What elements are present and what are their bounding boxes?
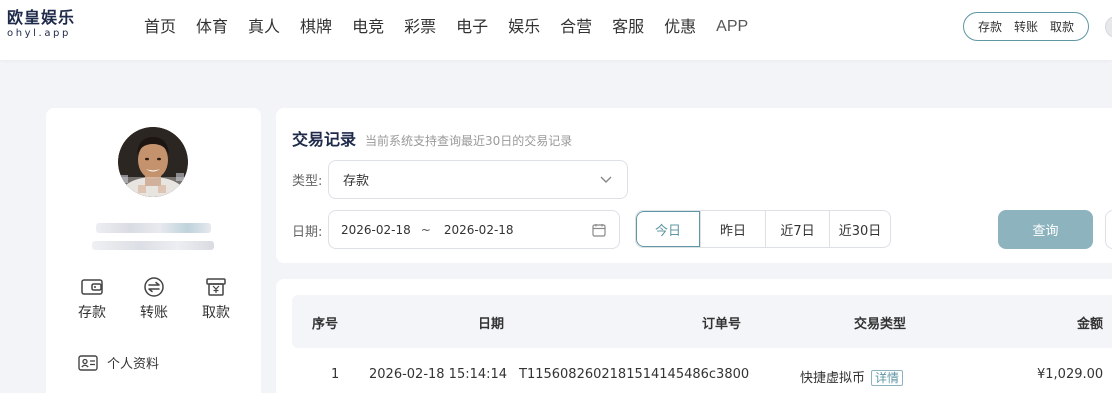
range-yesterday-button[interactable]: 昨日 [700, 211, 765, 247]
chevron-down-icon [600, 176, 612, 183]
withdraw-icon [206, 278, 226, 296]
table-header: 序号 日期 订单号 交易类型 金额 [292, 295, 1112, 348]
row-date: 2026-02-18 15:14:14 [369, 367, 508, 382]
filter-panel: 交易记录 当前系统支持查询最近30日的交易记录 类型: 存款 日期: 2026-… [276, 108, 1112, 263]
row-order-number: T1156082602181514145486c3800 [519, 367, 750, 382]
date-end[interactable]: 2026-02-18 [444, 223, 514, 237]
page-title: 交易记录 [292, 130, 357, 149]
nav-item-esports[interactable]: 电竞 [352, 16, 384, 38]
column-header-date: 日期 [478, 317, 505, 332]
row-index: 1 [331, 367, 340, 382]
title-row: 交易记录 当前系统支持查询最近30日的交易记录 [292, 126, 572, 150]
type-select-value: 存款 [343, 174, 370, 189]
reset-button[interactable] [1105, 210, 1112, 249]
nav-item-entertainment[interactable]: 娱乐 [508, 16, 540, 38]
masked-account-id [92, 241, 214, 250]
avatar-photo-icon [118, 127, 188, 197]
type-label: 类型: [292, 174, 323, 189]
avatar [118, 127, 188, 197]
top-navbar: 欧皇娱乐 ohyl.app 首页 体育 真人 棋牌 电竞 彩票 电子 娱乐 合营… [0, 0, 1112, 60]
profile-card: 存款 转账 取款 个人资料 [46, 108, 261, 393]
range-today-button[interactable]: 今日 [636, 211, 700, 247]
date-start[interactable]: 2026-02-18 [341, 223, 411, 237]
transfer-label: 转账 [140, 305, 168, 321]
brand-logo[interactable]: 欧皇娱乐 ohyl.app [7, 8, 75, 40]
id-card-icon [78, 354, 98, 371]
deposit-link[interactable]: 存款 [978, 18, 1002, 35]
wallet-shortcuts: 存款 转账 取款 [963, 12, 1089, 41]
quick-actions: 存款 转账 取款 [62, 276, 246, 321]
column-header-type: 交易类型 [854, 317, 907, 332]
query-button[interactable]: 查询 [998, 210, 1093, 249]
range-7days-button[interactable]: 近7日 [765, 211, 829, 247]
menu-item-profile-label: 个人资料 [107, 357, 160, 372]
deposit-label: 存款 [78, 305, 106, 321]
menu-item-profile[interactable]: 个人资料 [78, 353, 159, 372]
nav-item-sports[interactable]: 体育 [196, 16, 228, 38]
results-panel: 序号 日期 订单号 交易类型 金额 1 2026-02-18 15:14:14 … [276, 279, 1112, 393]
masked-username [96, 223, 211, 233]
nav-item-app[interactable]: APP [716, 16, 748, 38]
nav-item-home[interactable]: 首页 [144, 16, 176, 38]
nav-item-promotions[interactable]: 优惠 [664, 16, 696, 38]
brand-domain: ohyl.app [7, 28, 71, 39]
transfer-link[interactable]: 转账 [1014, 18, 1038, 35]
nav-item-cards[interactable]: 棋牌 [300, 16, 332, 38]
date-separator: ~ [420, 222, 431, 237]
date-range-shortcuts: 今日 昨日 近7日 近30日 [635, 210, 891, 248]
transfer-icon [144, 277, 164, 297]
user-avatar-icon[interactable] [1105, 16, 1112, 38]
range-30days-button[interactable]: 近30日 [829, 211, 890, 247]
page-subtitle: 当前系统支持查询最近30日的交易记录 [365, 134, 573, 148]
row-detail-button[interactable]: 详情 [871, 370, 904, 386]
withdraw-button[interactable]: 取款 [186, 276, 246, 321]
column-header-index: 序号 [312, 317, 339, 332]
date-range-picker[interactable]: 2026-02-18 ~ 2026-02-18 [328, 210, 620, 249]
wallet-icon [81, 279, 103, 295]
withdraw-link[interactable]: 取款 [1050, 18, 1074, 35]
calendar-icon [592, 224, 606, 237]
withdraw-label: 取款 [202, 305, 230, 321]
deposit-button[interactable]: 存款 [62, 276, 122, 321]
row-type-label: 快捷虚拟币 [800, 371, 866, 386]
nav-item-lottery[interactable]: 彩票 [404, 16, 436, 38]
nav-item-affiliate[interactable]: 合营 [560, 16, 592, 38]
date-label: 日期: [292, 225, 323, 240]
column-header-order: 订单号 [702, 317, 742, 332]
main-nav: 首页 体育 真人 棋牌 电竞 彩票 电子 娱乐 合营 客服 优惠 APP [144, 16, 768, 38]
row-type: 快捷虚拟币 详情 [800, 367, 904, 386]
nav-item-live-casino[interactable]: 真人 [248, 16, 280, 38]
row-amount: ¥1,029.00 [1037, 367, 1104, 382]
brand-name: 欧皇娱乐 [7, 8, 76, 27]
nav-item-slots[interactable]: 电子 [456, 16, 488, 38]
type-select[interactable]: 存款 [328, 160, 628, 199]
column-header-amount: 金额 [1077, 317, 1104, 332]
transfer-button[interactable]: 转账 [124, 276, 184, 321]
nav-item-support[interactable]: 客服 [612, 16, 644, 38]
